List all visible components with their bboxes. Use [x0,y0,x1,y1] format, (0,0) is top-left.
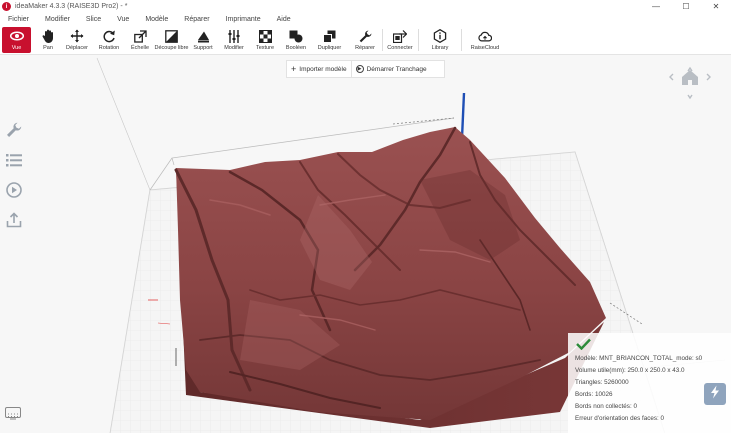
info-icon [433,29,447,43]
lightning-icon [710,385,720,404]
minimize-icon[interactable]: — [641,0,671,13]
list-icon[interactable] [0,145,28,175]
menu-fichier[interactable]: Fichier [0,16,37,23]
tool-label: Texture [255,45,275,51]
boolean-icon [289,29,303,43]
window-title: ideaMaker 4.3.3 (RAISE3D Pro2) - * [15,3,128,10]
slice-preview-button[interactable] [704,383,726,405]
model-non-manifold: Bords non collectés: 0 [575,403,637,410]
import-slice-bar: + Importer modèle ▶ Démarrer Tranchage [286,60,445,78]
wrench-icon [358,29,372,43]
check-icon [576,337,591,355]
tool-decoupe[interactable]: Découpe libre [155,27,188,53]
model-volume: Volume utile(mm): 250.0 x 250.0 x 43.0 [575,367,685,374]
upload-icon[interactable] [0,205,28,235]
tool-raisecloud[interactable]: RaiseCloud [470,27,500,53]
menu-bar: Fichier Modifier Slice Vue Modèle Répare… [0,13,731,25]
tool-label: Réparer [355,45,375,51]
menu-modifier[interactable]: Modifier [37,16,78,23]
tool-booleen[interactable]: Booléen [284,27,308,53]
view-left-icon [669,73,674,81]
support-icon [196,29,210,43]
sliders-icon [227,29,241,43]
import-model-button[interactable]: + Importer modèle [287,60,351,78]
menu-modele[interactable]: Modèle [137,16,176,23]
model-triangles: Triangles: 5260000 [575,379,629,386]
tool-echelle[interactable]: Échelle [128,27,152,53]
hand-icon [41,29,55,43]
tool-connecter[interactable]: Connecter [386,27,414,53]
play-circle-icon: ▶ [355,65,364,73]
move-icon [70,29,84,43]
tool-label: Découpe libre [154,45,189,51]
ideamaker-window: i ideaMaker 4.3.3 (RAISE3D Pro2) - * — ☐… [0,0,731,433]
eye-icon [9,29,24,43]
keyboard-icon[interactable] [5,407,21,420]
tool-label: Pan [43,45,53,51]
maximize-icon[interactable]: ☐ [671,0,701,13]
rotate-icon [102,29,116,43]
view-down-icon [687,94,693,100]
tool-label: Booléen [285,45,307,51]
tool-label: Déplacer [65,45,88,51]
tool-reparer[interactable]: Réparer [353,27,377,53]
left-sidebar [0,115,28,235]
cloud-icon [478,29,492,43]
toolbar-separator [418,29,419,51]
plus-icon: + [291,64,297,74]
tool-library[interactable]: Library [428,27,452,53]
tool-support[interactable]: Support [191,27,215,53]
toolbar-separator [382,29,383,51]
tool-label: Vue [11,45,22,51]
tool-label: Échelle [130,45,150,51]
tool-modifier[interactable]: Modifier [222,27,246,53]
tool-deplacer[interactable]: Déplacer [64,27,90,53]
start-slicing-button[interactable]: ▶ Démarrer Tranchage [350,60,431,78]
tool-label: Rotation [98,45,120,51]
tool-label: Dupliquer [317,45,342,51]
window-controls: — ☐ ✕ [641,0,731,13]
tool-label: Connecter [387,45,413,51]
import-model-label: Importer modèle [299,65,347,73]
start-slicing-label: Démarrer Tranchage [366,65,427,73]
menu-slice[interactable]: Slice [78,16,109,23]
play-icon[interactable] [0,175,28,205]
connect-icon [393,29,407,43]
scale-icon [133,29,147,43]
close-icon[interactable]: ✕ [701,0,731,13]
view-navigation-pad[interactable] [667,66,713,100]
z-axis-line [460,92,466,139]
wrench-icon[interactable] [0,115,28,145]
menu-aide[interactable]: Aide [269,16,299,23]
tool-label: Modifier [224,45,244,51]
menu-imprimante[interactable]: Imprimante [218,16,269,23]
title-bar: i ideaMaker 4.3.3 (RAISE3D Pro2) - * — ☐… [0,0,731,13]
model-name: Modèle: MNT_BRIANCON_TOTAL_mode: s0 [575,355,703,362]
model-edges: Bords: 10026 [575,391,613,398]
tool-rotation[interactable]: Rotation [96,27,122,53]
toolbar-separator [461,29,462,51]
menu-reparer[interactable]: Réparer [176,16,217,23]
tool-label: Library [431,45,449,51]
cut-icon [165,29,179,43]
tool-label: RaiseCloud [470,45,500,51]
duplicate-icon [323,29,337,43]
main-toolbar: Vue Pan Déplacer Rotation Échelle Découp… [0,25,731,55]
model-orientation-errors: Erreur d'orientation des faces: 0 [575,415,665,422]
tool-pan[interactable]: Pan [37,27,59,53]
app-logo-icon: i [2,2,11,11]
texture-icon [258,29,272,43]
tool-vue[interactable]: Vue [2,27,31,53]
tool-texture[interactable]: Texture [253,27,277,53]
menu-vue[interactable]: Vue [109,16,137,23]
view-right-icon [706,73,711,81]
tool-label: Support [193,45,213,51]
tool-dupliquer[interactable]: Dupliquer [315,27,344,53]
